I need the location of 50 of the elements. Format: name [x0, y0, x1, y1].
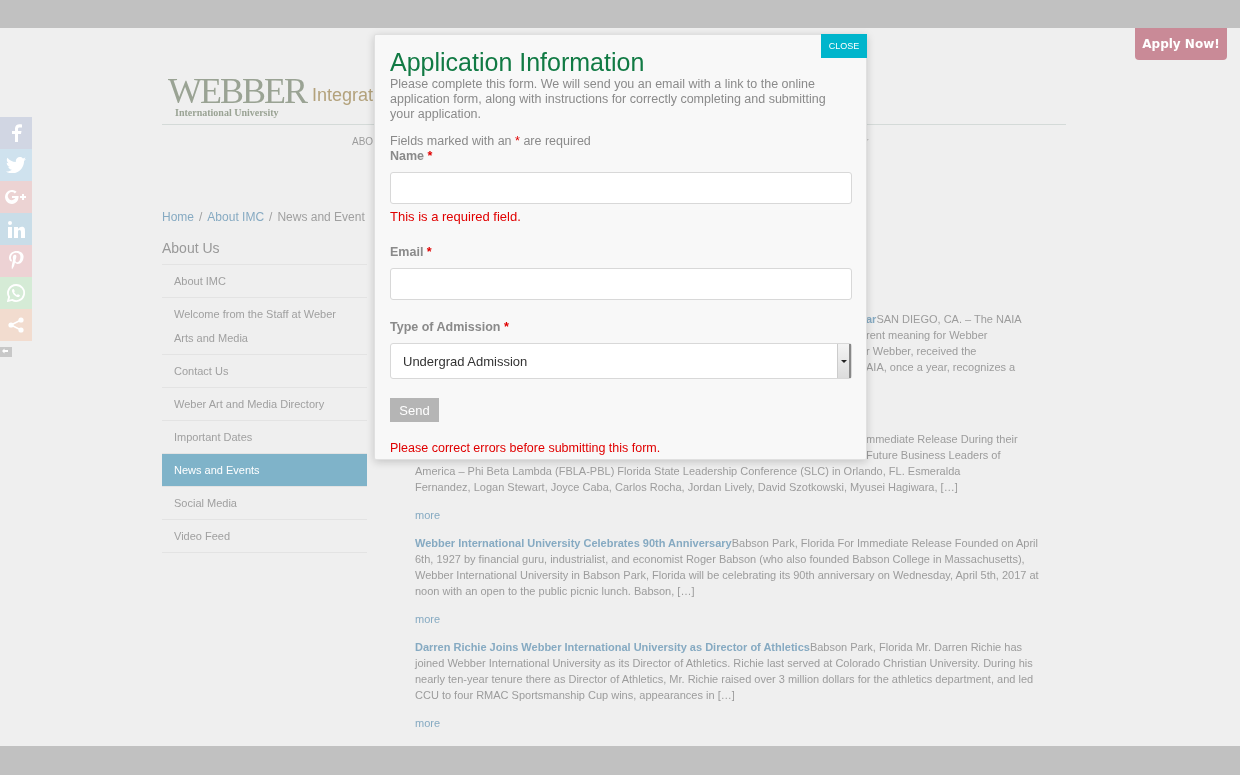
news-text: Future Business Leaders of — [866, 448, 1002, 463]
news-text: Fernandez, Logan Stewart, Joyce Caba, Carlos Rocha, Jordan Lively, David Szotkowski, Myusei Hagiwara, […] — [415, 480, 959, 495]
news-text: Webber International University Celebrates 90th AnniversaryBabson Park, Florida For Immediate Release Founded on April 6th, 1927 by financial guru, industrialist, and economist Roger Babson (who also founded Babson College in Massachusetts), Webber International University in Babson Park, Florida will be celebrating its 90th anniversary on Wednesday, April 5th, 2017 at noon with an open to the public picnic lunch. Babson, […] — [415, 536, 1040, 599]
site-tagline: Integrat — [312, 84, 374, 106]
close-button[interactable]: CLOSE — [821, 34, 867, 58]
university-logo[interactable]: WEBBER International University — [168, 75, 306, 119]
news-text: America – Phi Beta Lambda (FBLA-PBL) Florida State Leadership Conference (SLC) in Orlando, FL. Esmeralda — [415, 464, 962, 479]
breadcrumb-separator: / — [199, 210, 203, 224]
news-text: Darren Richie Joins Webber International University as Director of AthleticsBabson Park, Florida Mr. Darren Richie has joined Webber International University as its Director of Athletics. Richie last served at Colorado Christian University. During his nearly ten-year tenure there as Director of Athletics, Mr. Richie raised over 3 million dollars for the athletics department, and led CCU to four RMAC Sportsmanship Cup wins, appearances in […] — [415, 640, 1035, 703]
required-note: Fields marked with an * are required — [390, 134, 592, 149]
input-field[interactable] — [390, 172, 852, 204]
sidebar-title: About Us — [162, 230, 367, 265]
sidebar-item[interactable]: About IMC — [162, 265, 367, 298]
apply-now-button[interactable]: Apply Now! — [1135, 28, 1227, 60]
twitter-icon[interactable] — [6, 157, 26, 173]
whatsapp-icon[interactable] — [7, 284, 25, 302]
field-label: Name * — [390, 149, 434, 164]
linkedin-icon[interactable] — [7, 220, 25, 238]
news-text: r Webber, received the — [866, 344, 978, 359]
field-error: This is a required field. — [390, 209, 522, 225]
breadcrumb-link[interactable]: About IMC — [207, 210, 265, 224]
more-link[interactable]: more — [415, 507, 1045, 523]
admission-dropdown[interactable]: Undergrad Admission — [390, 343, 852, 379]
sidebar-item[interactable]: Weber Art and Media Directory — [162, 388, 367, 421]
breadcrumb-separator: / — [269, 210, 273, 224]
breadcrumb-current: News and Event — [277, 210, 365, 224]
form-error: Please correct errors before submitting this form. — [390, 441, 662, 455]
more-link[interactable]: more — [415, 715, 1045, 731]
sidebar-item[interactable]: Welcome from the Staff at Weber Arts and Media — [162, 298, 367, 355]
collapse-icon[interactable] — [0, 347, 12, 357]
sidebar-item[interactable]: Video Feed — [162, 520, 367, 553]
news-text: rent meaning for Webber — [866, 328, 989, 343]
more-link[interactable]: more — [415, 611, 1045, 627]
nav-link[interactable]: ABO — [352, 135, 374, 147]
caret-icon — [840, 359, 847, 363]
share-icon[interactable] — [8, 317, 24, 333]
field-label: Type of Admission * — [390, 320, 510, 335]
sidebar-item[interactable]: Social Media — [162, 487, 367, 520]
field-label: Email * — [390, 245, 433, 260]
intro-text: Please complete this form. We will send you an email with a link to the online application form, along with instructions for correctly completing and submitting your application. — [390, 77, 827, 122]
sidebar-item[interactable]: Contact Us — [162, 355, 367, 388]
news-text: mmediate Release During their — [866, 432, 1019, 447]
news-text: AIA, once a year, recognizes a — [866, 360, 1017, 375]
google-plus-icon[interactable] — [5, 190, 27, 204]
sidebar-item[interactable]: News and Events — [162, 454, 367, 487]
pinterest-icon[interactable] — [8, 251, 24, 271]
input-field[interactable] — [390, 268, 852, 300]
breadcrumb-link[interactable]: Home — [162, 210, 194, 224]
facebook-icon[interactable] — [10, 124, 22, 142]
modal-title: Application Information — [390, 47, 646, 77]
